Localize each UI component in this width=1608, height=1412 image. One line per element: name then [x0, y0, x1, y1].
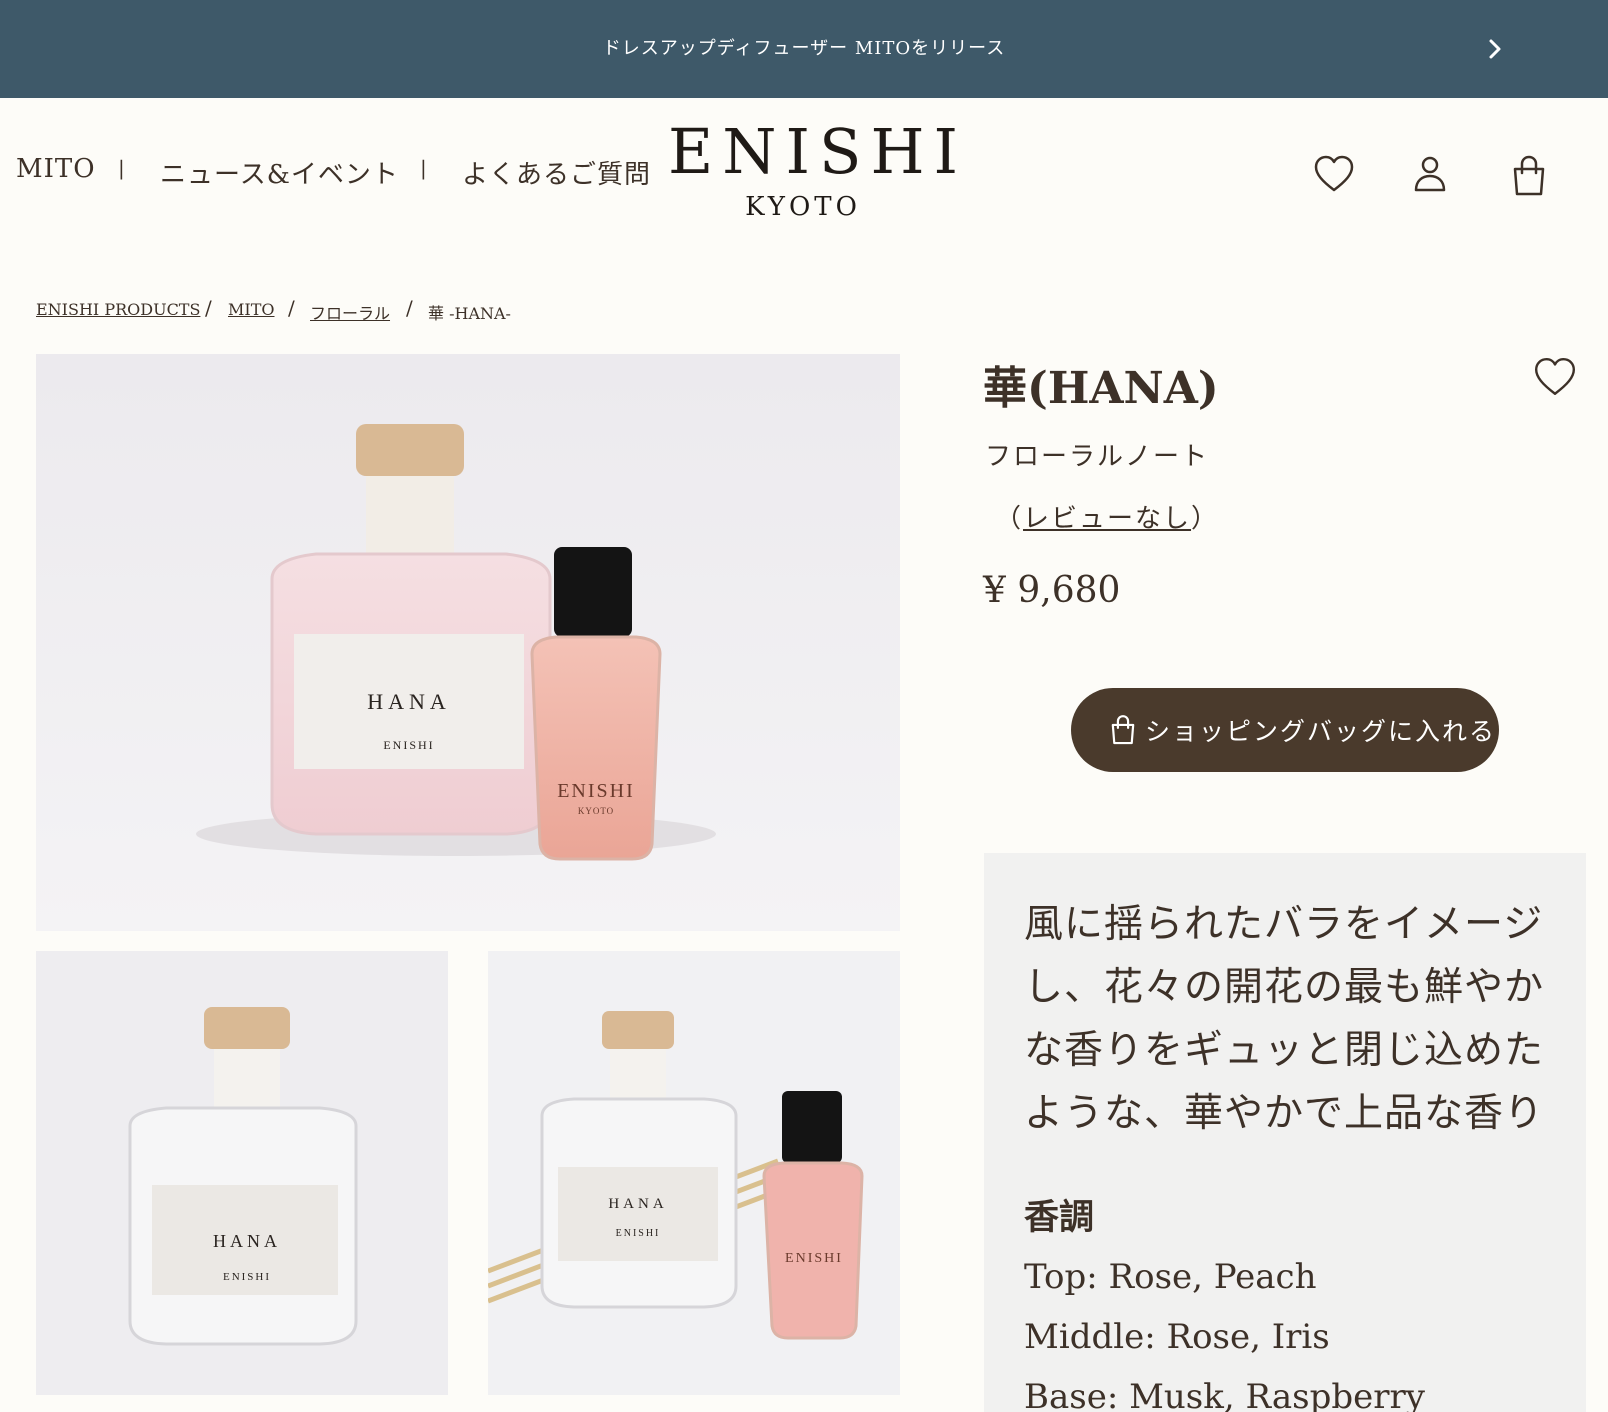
description-panel: 風に揺られたバラをイメージ し、花々の開花の最も鮮やか な香りをギュッと閉じ込め…	[984, 853, 1586, 1412]
thumb1-label-name: HANA	[213, 1231, 281, 1251]
nav-separator: |	[118, 156, 125, 180]
product-title: 華(HANA)	[983, 363, 1219, 414]
add-to-bag-button[interactable]: ショッピングバッグに入れる	[1071, 688, 1499, 772]
bag-icon	[1107, 714, 1139, 746]
breadcrumb-separator: /	[205, 296, 212, 320]
breadcrumb-mito[interactable]: MITO	[228, 300, 275, 319]
thumb2-label-brand: ENISHI	[616, 1228, 661, 1239]
product-note: フローラルノート	[985, 442, 1210, 472]
product-price: ¥ 9,680	[983, 570, 1121, 611]
site-header: MITO | ニュース&イベント | よくあるご質問 ENISHI KYOTO	[0, 98, 1608, 248]
thumb1-label-brand: ENISHI	[223, 1271, 271, 1283]
breadcrumb-separator: /	[406, 296, 413, 320]
label-brand: ENISHI	[383, 738, 434, 752]
review-summary: （レビューなし）	[995, 498, 1219, 535]
review-suffix: ）	[1191, 504, 1220, 534]
announcement-bar: ドレスアップディフューザー MITOをリリース	[0, 0, 1608, 98]
bag-icon[interactable]	[1507, 154, 1551, 198]
thumb2-label-brand-small: ENISHI	[785, 1251, 843, 1266]
chevron-right-icon[interactable]	[1478, 32, 1512, 66]
product-image-thumb-2[interactable]: HANA ENISHI ENISHI	[488, 951, 900, 1395]
label-brand-small: ENISHI	[557, 780, 635, 802]
announcement-text[interactable]: ドレスアップディフューザー MITOをリリース	[0, 34, 1608, 60]
breadcrumb-floral[interactable]: フローラル	[310, 304, 390, 323]
description-line: な香りをギュッと閉じ込めた	[1024, 1028, 1545, 1073]
scent-top: Top: Rose, Peach	[1024, 1257, 1317, 1297]
nav-item-mito[interactable]: MITO	[16, 154, 96, 184]
thumb2-label-name: HANA	[608, 1196, 667, 1212]
add-to-bag-label: ショッピングバッグに入れる	[1145, 717, 1497, 746]
breadcrumb-current: 華 -HANA-	[428, 304, 511, 323]
scent-heading: 香調	[1024, 1197, 1095, 1238]
logo-sub-text: KYOTO	[745, 192, 861, 222]
product-image-main[interactable]: HANA ENISHI ENISHI KYOTO	[36, 354, 900, 931]
heart-icon[interactable]	[1312, 152, 1356, 196]
breadcrumb-enishi-products[interactable]: ENISHI PRODUCTS	[36, 300, 200, 319]
label-name: HANA	[367, 689, 451, 714]
breadcrumb-separator: /	[288, 296, 295, 320]
scent-middle: Middle: Rose, Iris	[1024, 1317, 1330, 1357]
nav-item-faq[interactable]: よくあるご質問	[462, 154, 651, 191]
site-logo[interactable]: ENISHI KYOTO	[668, 115, 968, 223]
nav-separator: |	[420, 156, 427, 180]
scent-base: Base: Musk, Raspberry	[1024, 1377, 1425, 1412]
nav-item-news-events[interactable]: ニュース&イベント	[160, 154, 399, 191]
description-line: ような、華やかで上品な香り	[1024, 1091, 1545, 1136]
favorite-heart-icon[interactable]	[1532, 354, 1578, 400]
user-icon[interactable]	[1408, 152, 1452, 196]
review-prefix: （	[995, 504, 1024, 534]
product-image-thumb-1[interactable]: HANA ENISHI	[36, 951, 448, 1395]
product-description: 風に揺られたバラをイメージ し、花々の開花の最も鮮やか な香りをギュッと閉じ込め…	[1024, 893, 1544, 1145]
description-line: し、花々の開花の最も鮮やか	[1024, 965, 1545, 1010]
label-sub-small: KYOTO	[578, 806, 614, 816]
review-link[interactable]: レビューなし	[1023, 504, 1191, 534]
logo-main-text: ENISHI	[668, 115, 968, 188]
description-line: 風に揺られたバラをイメージ	[1024, 902, 1544, 947]
